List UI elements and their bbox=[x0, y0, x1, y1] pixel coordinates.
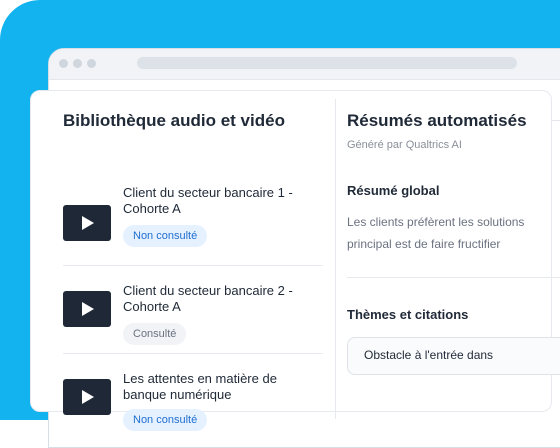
media-title[interactable]: Client du secteur bancaire 1 - Cohorte A bbox=[123, 185, 323, 217]
window-dot-icon bbox=[73, 59, 82, 68]
play-icon bbox=[82, 302, 94, 316]
status-badge: Non consulté bbox=[123, 225, 208, 247]
divider bbox=[63, 265, 323, 266]
media-title[interactable]: Les attentes en matière de banque numéri… bbox=[123, 371, 323, 403]
video-thumbnail[interactable] bbox=[63, 379, 111, 415]
generated-by-label: Généré par Qualtrics AI bbox=[347, 139, 462, 151]
divider bbox=[63, 353, 323, 354]
library-title: Bibliothèque audio et vidéo bbox=[63, 111, 285, 130]
status-badge: Non consulté bbox=[123, 409, 208, 431]
play-icon bbox=[82, 390, 94, 404]
content-card: Bibliothèque audio et vidéo Client du se… bbox=[30, 90, 560, 431]
window-dot-icon bbox=[87, 59, 96, 68]
themes-heading: Thèmes et citations bbox=[347, 307, 469, 322]
browser-chrome bbox=[49, 49, 560, 80]
global-summary-text-line2: principal est de faire fructifier bbox=[347, 237, 501, 251]
address-bar[interactable] bbox=[137, 57, 517, 69]
divider bbox=[347, 277, 560, 278]
window-dot-icon bbox=[59, 59, 68, 68]
video-thumbnail[interactable] bbox=[63, 291, 111, 327]
video-thumbnail[interactable] bbox=[63, 205, 111, 241]
global-summary-text-line1: Les clients préfèrent les solutions bbox=[347, 215, 525, 229]
media-title[interactable]: Client du secteur bancaire 2 - Cohorte A bbox=[123, 283, 323, 315]
global-summary-heading: Résumé global bbox=[347, 183, 440, 198]
theme-chip[interactable]: Obstacle à l'entrée dans bbox=[347, 337, 560, 375]
play-icon bbox=[82, 216, 94, 230]
status-badge: Consulté bbox=[123, 323, 187, 345]
summaries-title: Résumés automatisés bbox=[347, 111, 527, 130]
column-divider bbox=[335, 99, 336, 419]
